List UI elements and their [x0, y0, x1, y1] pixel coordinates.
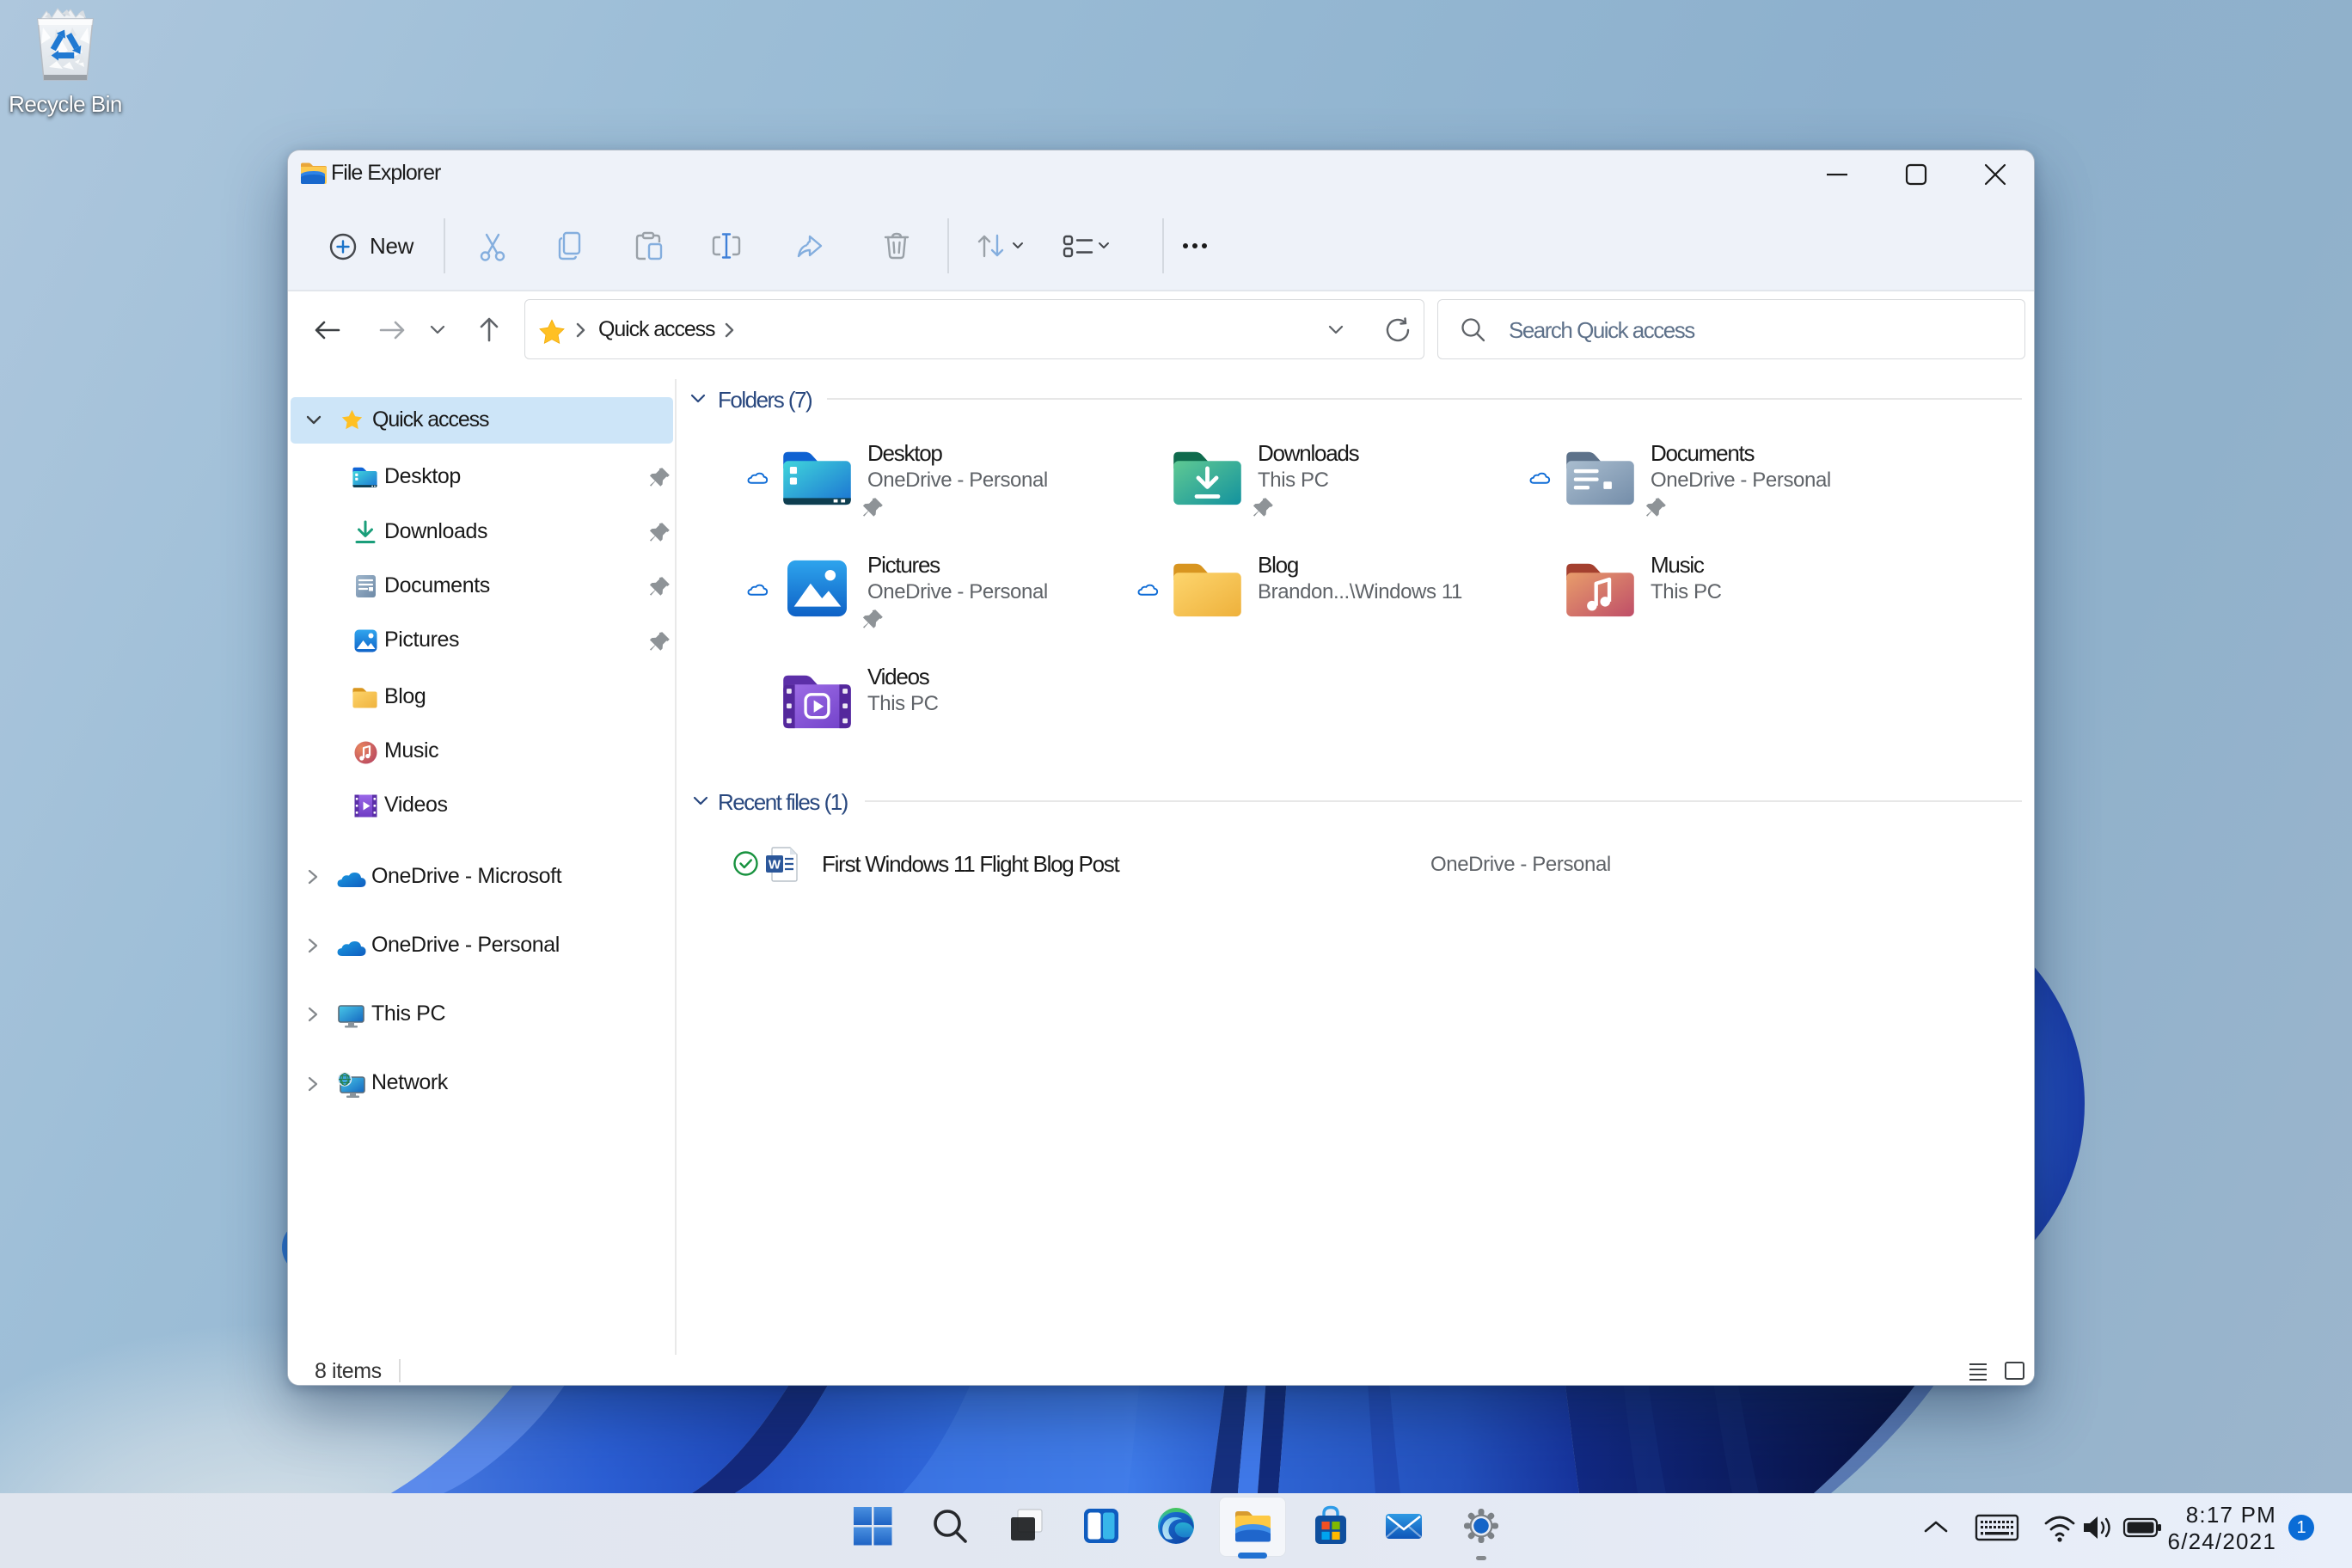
svg-text:W: W	[769, 858, 781, 873]
